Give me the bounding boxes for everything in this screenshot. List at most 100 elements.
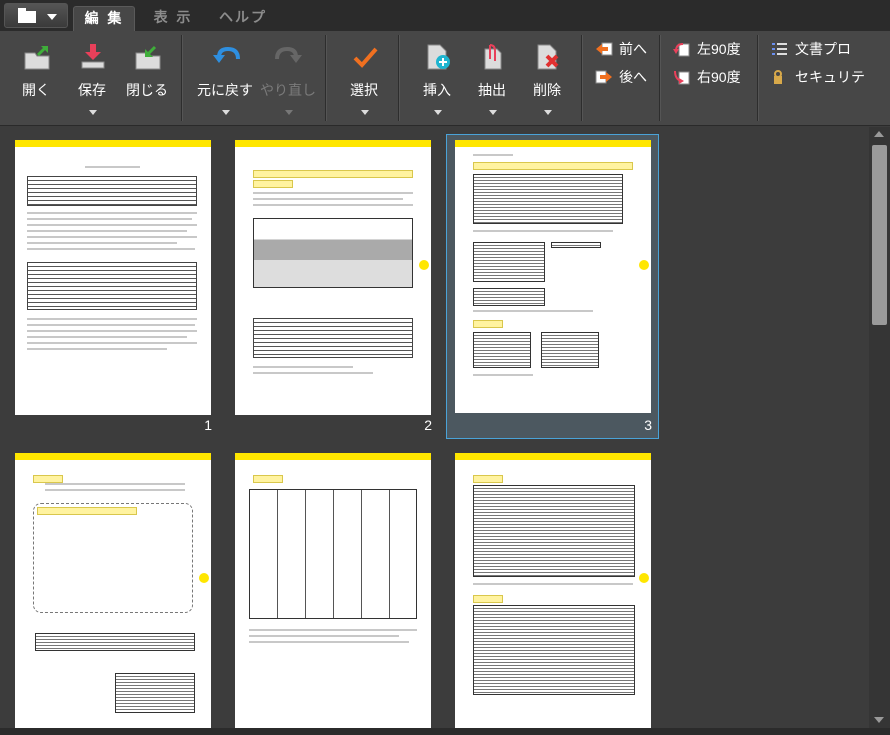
text-line	[27, 342, 197, 344]
tab-view[interactable]: 表 示	[145, 6, 201, 31]
select-button[interactable]: 選択	[338, 43, 390, 125]
text-line	[27, 324, 195, 326]
page-table	[551, 242, 601, 248]
text-line	[253, 204, 413, 206]
lock-icon	[774, 70, 782, 84]
rotate-left-label: 左90度	[697, 41, 741, 57]
next-page-button[interactable]: 後へ	[595, 67, 647, 87]
status-bar	[0, 728, 890, 735]
page-diagram	[33, 503, 193, 613]
ribbon-divider	[757, 35, 758, 121]
text-line	[27, 336, 187, 338]
page-thumbnail[interactable]	[455, 453, 651, 728]
select-label: 選択	[350, 82, 378, 98]
rotate-left-button[interactable]: 左90度	[673, 39, 741, 59]
tab-bar: 編 集 表 示 ヘルプ	[0, 0, 890, 31]
chevron-down-icon	[47, 14, 57, 20]
next-label: 後へ	[619, 69, 647, 85]
rotate-right-icon	[674, 70, 690, 85]
page-tab-mark	[639, 260, 649, 270]
page-preview	[235, 453, 431, 728]
list-icon	[772, 43, 787, 55]
page-header-bar	[455, 140, 651, 147]
page-tab-mark	[639, 573, 649, 583]
page-thumbnail[interactable]	[15, 453, 211, 728]
page-table	[473, 332, 531, 368]
close-label: 閉じる	[126, 82, 168, 98]
page-header-bar	[235, 140, 431, 147]
section-heading	[473, 475, 503, 483]
delete-page-icon	[537, 44, 559, 70]
scrollbar-thumb[interactable]	[872, 145, 887, 325]
tab-edit[interactable]: 編 集	[73, 6, 135, 31]
insert-page-icon	[427, 44, 450, 70]
page-header-bar	[235, 453, 431, 460]
text-line	[27, 218, 192, 220]
prev-page-button[interactable]: 前へ	[595, 39, 647, 59]
text-line	[27, 212, 197, 214]
security-button[interactable]: セキュリテ	[771, 67, 865, 87]
page-table	[541, 332, 599, 368]
page-header-bar	[15, 140, 211, 147]
chevron-down-icon	[285, 110, 293, 115]
chevron-down-icon	[222, 110, 230, 115]
text-line	[249, 635, 399, 637]
scroll-up-icon[interactable]	[874, 131, 884, 137]
page-thumbnail[interactable]	[15, 140, 211, 418]
text-line	[473, 310, 593, 312]
page-preview	[15, 140, 211, 415]
section-heading	[37, 507, 137, 515]
chevron-down-icon	[361, 110, 369, 115]
ribbon-divider	[325, 35, 326, 121]
page-title-line	[85, 166, 140, 168]
page-preview	[455, 140, 651, 413]
text-line	[473, 374, 533, 376]
page-thumbnail-selected[interactable]	[446, 134, 659, 439]
extract-page-icon	[484, 44, 502, 70]
redo-button[interactable]: やり直し	[260, 43, 316, 125]
tab-help[interactable]: ヘルプ	[212, 6, 274, 31]
ribbon-divider	[181, 35, 182, 121]
open-folder-icon	[24, 45, 50, 70]
delete-label: 削除	[533, 82, 561, 98]
redo-icon	[275, 46, 302, 63]
ribbon-divider	[398, 35, 399, 121]
chevron-down-icon	[489, 110, 497, 115]
page-table	[473, 174, 623, 224]
text-line	[27, 318, 197, 320]
page-thumbnail[interactable]	[235, 140, 431, 418]
document-properties-label: 文書プロ	[795, 41, 851, 57]
scroll-down-icon[interactable]	[874, 717, 884, 723]
text-line	[473, 230, 613, 232]
file-menu-button[interactable]	[4, 3, 68, 28]
section-heading	[253, 475, 283, 483]
rotate-right-button[interactable]: 右90度	[673, 67, 741, 87]
text-line	[253, 192, 413, 194]
arrow-left-icon	[596, 42, 613, 56]
page-table	[253, 318, 413, 358]
document-properties-button[interactable]: 文書プロ	[771, 39, 851, 59]
page-thumbnail[interactable]	[235, 453, 431, 728]
chapter-heading	[253, 152, 293, 164]
text-line	[249, 629, 417, 631]
text-line	[473, 154, 513, 156]
undo-button[interactable]: 元に戻す	[197, 43, 253, 125]
section-heading	[473, 595, 503, 603]
rotate-right-label: 右90度	[697, 69, 741, 85]
section-heading	[473, 320, 503, 328]
page-number: 1	[204, 417, 212, 433]
page-header-bar	[15, 453, 211, 460]
close-button[interactable]: 閉じる	[121, 43, 173, 125]
vertical-scrollbar[interactable]	[869, 127, 890, 728]
text-line	[45, 483, 185, 485]
page-preview	[15, 453, 211, 728]
security-label: セキュリテ	[795, 69, 865, 85]
page-thumbnail-viewer[interactable]: 1 2 3	[0, 127, 869, 728]
page-diagram	[253, 218, 413, 288]
text-line	[473, 583, 633, 585]
delete-button[interactable]: 削除	[521, 43, 573, 125]
text-line	[45, 489, 185, 491]
chevron-down-icon	[89, 110, 97, 115]
page-header-bar	[455, 453, 651, 460]
close-folder-icon	[135, 45, 161, 70]
